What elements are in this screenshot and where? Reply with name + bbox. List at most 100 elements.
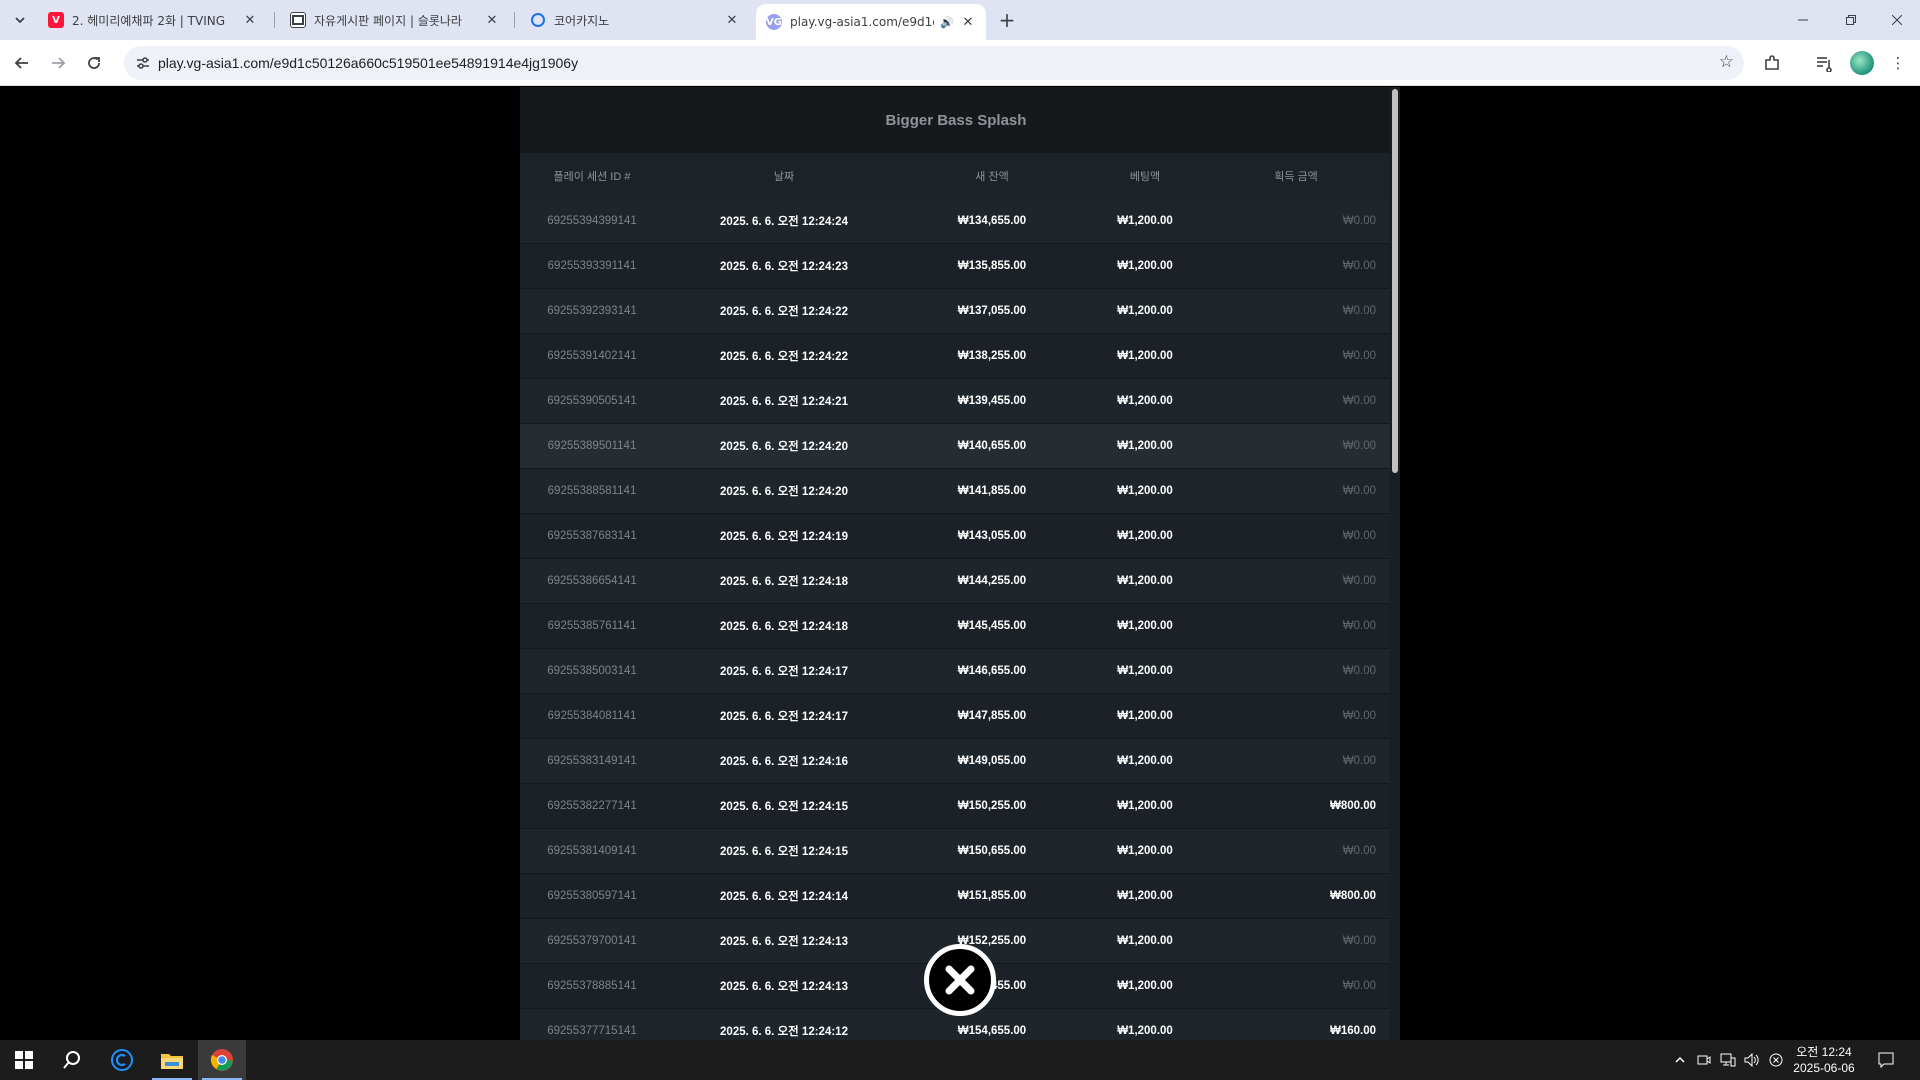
date-cell: 2025. 6. 6. 오전 12:24:18	[720, 621, 848, 633]
bet-cell: ₩1,200.00	[1117, 1025, 1173, 1037]
start-button[interactable]	[0, 1040, 48, 1080]
close-tab-icon[interactable]: ✕	[484, 12, 500, 28]
win-cell: ₩0.00	[1342, 305, 1376, 317]
bet-cell: ₩1,200.00	[1117, 260, 1173, 272]
tab-core-casino[interactable]: 코어카지노 ✕	[520, 4, 750, 36]
status-x-icon[interactable]	[1766, 1050, 1786, 1070]
media-control-icon[interactable]	[1812, 51, 1836, 75]
file-explorer-icon	[161, 1054, 183, 1069]
page-scrollbar[interactable]	[1390, 87, 1400, 1040]
show-hidden-icons-chevron-icon[interactable]	[1670, 1050, 1690, 1070]
table-row[interactable]: 69255387683141 2025. 6. 6. 오전 12:24:19 ₩14…	[520, 514, 1392, 559]
taskbar-file-explorer[interactable]	[148, 1040, 196, 1080]
bookmark-star-icon[interactable]: ☆	[1719, 52, 1734, 72]
table-row[interactable]: 69255383149141 2025. 6. 6. 오전 12:24:16 ₩14…	[520, 739, 1392, 784]
speaker-icon[interactable]: 🔊	[940, 16, 954, 29]
date-cell: 2025. 6. 6. 오전 12:24:21	[720, 396, 848, 408]
session-id-cell: 69255387683141	[547, 530, 637, 542]
session-id-cell: 69255379700141	[547, 935, 637, 947]
session-id-cell: 69255392393141	[547, 305, 637, 317]
forward-button[interactable]	[44, 49, 72, 77]
new-tab-button[interactable]: +	[995, 8, 1019, 32]
table-row[interactable]: 69255380597141 2025. 6. 6. 오전 12:24:14 ₩15…	[520, 874, 1392, 919]
table-row[interactable]: 69255382277141 2025. 6. 6. 오전 12:24:15 ₩15…	[520, 784, 1392, 829]
bet-cell: ₩1,200.00	[1117, 485, 1173, 497]
win-cell: ₩0.00	[1342, 755, 1376, 767]
url-text[interactable]: play.vg-asia1.com/e9d1c50126a660c519501e…	[158, 55, 578, 71]
address-bar[interactable]: play.vg-asia1.com/e9d1c50126a660c519501e…	[124, 46, 1744, 80]
table-row[interactable]: 69255390505141 2025. 6. 6. 오전 12:24:21 ₩13…	[520, 379, 1392, 424]
table-row[interactable]: 69255394399141 2025. 6. 6. 오전 12:24:24 ₩13…	[520, 199, 1392, 244]
volume-icon[interactable]	[1742, 1050, 1762, 1070]
menu-kebab-icon[interactable]: ⋮	[1886, 51, 1910, 75]
bet-cell: ₩1,200.00	[1117, 755, 1173, 767]
date-cell: 2025. 6. 6. 오전 12:24:19	[720, 531, 848, 543]
col-bet: 베팅액	[1129, 171, 1161, 183]
minimize-button[interactable]	[1780, 0, 1826, 40]
close-tab-icon[interactable]: ✕	[960, 14, 976, 30]
bet-cell: ₩1,200.00	[1117, 215, 1173, 227]
close-history-button[interactable]	[924, 944, 996, 1016]
table-row[interactable]: 69255389501141 2025. 6. 6. 오전 12:24:20 ₩14…	[520, 424, 1392, 469]
balance-cell: ₩144,255.00	[957, 575, 1027, 587]
col-date: 날짜	[773, 171, 795, 183]
balance-cell: ₩146,655.00	[957, 665, 1027, 677]
reload-icon	[88, 57, 100, 69]
network-icon[interactable]	[1718, 1050, 1738, 1070]
win-cell: ₩0.00	[1342, 530, 1376, 542]
win-cell: ₩160.00	[1329, 1025, 1376, 1037]
close-window-button[interactable]	[1874, 0, 1920, 40]
win-cell: ₩0.00	[1342, 980, 1376, 992]
table-row[interactable]: 69255392393141 2025. 6. 6. 오전 12:24:22 ₩13…	[520, 289, 1392, 334]
bet-cell: ₩1,200.00	[1117, 530, 1173, 542]
table-row[interactable]: 69255381409141 2025. 6. 6. 오전 12:24:15 ₩15…	[520, 829, 1392, 874]
taskbar-clock[interactable]: 오전 12:24 2025-06-06	[1784, 1044, 1864, 1076]
table-row[interactable]: 69255393391141 2025. 6. 6. 오전 12:24:23 ₩13…	[520, 244, 1392, 289]
win-cell: ₩0.00	[1342, 710, 1376, 722]
date-cell: 2025. 6. 6. 오전 12:24:23	[720, 261, 848, 273]
site-info-icon[interactable]	[134, 54, 152, 72]
table-row[interactable]: 69255385003141 2025. 6. 6. 오전 12:24:17 ₩14…	[520, 649, 1392, 694]
scrollbar-thumb[interactable]	[1392, 89, 1398, 473]
reload-button[interactable]	[80, 49, 108, 77]
vg-icon: VG	[766, 14, 782, 30]
back-button[interactable]	[8, 49, 36, 77]
restore-button[interactable]	[1828, 0, 1874, 40]
taskbar-cortana[interactable]	[98, 1040, 146, 1080]
taskbar-search-button[interactable]	[48, 1040, 96, 1080]
session-id-cell: 69255383149141	[547, 755, 637, 767]
win-cell: ₩0.00	[1342, 395, 1376, 407]
profile-avatar[interactable]	[1850, 51, 1874, 75]
taskbar-chrome[interactable]	[198, 1040, 246, 1080]
close-icon	[1892, 15, 1902, 25]
win-cell: ₩0.00	[1342, 485, 1376, 497]
tab-search-button[interactable]	[8, 8, 32, 32]
windows-start-icon	[15, 1051, 33, 1069]
table-row[interactable]: 69255388581141 2025. 6. 6. 오전 12:24:20 ₩14…	[520, 469, 1392, 514]
notification-center-icon[interactable]	[1876, 1050, 1896, 1070]
tab-separator	[274, 12, 275, 28]
tab-strip: V 2. 헤미리예채파 2화 | TVING ✕ 자유게시판 페이지 | 슬롯나…	[0, 0, 1920, 40]
tab-tving[interactable]: V 2. 헤미리예채파 2화 | TVING ✕	[38, 4, 268, 36]
close-tab-icon[interactable]: ✕	[242, 12, 258, 28]
extensions-icon[interactable]	[1760, 51, 1784, 75]
tab-slotnara[interactable]: 자유게시판 페이지 | 슬롯나라 ✕	[280, 4, 510, 36]
balance-cell: ₩149,055.00	[957, 755, 1027, 767]
tab-vg-asia[interactable]: VG play.vg-asia1.com/e9d1c50 🔊 ✕	[756, 4, 986, 40]
close-tab-icon[interactable]: ✕	[724, 12, 740, 28]
bet-cell: ₩1,200.00	[1117, 305, 1173, 317]
col-session-id: 플레이 세션 ID #	[553, 171, 631, 183]
table-row[interactable]: 69255385761141 2025. 6. 6. 오전 12:24:18 ₩14…	[520, 604, 1392, 649]
date-cell: 2025. 6. 6. 오전 12:24:20	[720, 441, 848, 453]
date-cell: 2025. 6. 6. 오전 12:24:17	[720, 666, 848, 678]
date-cell: 2025. 6. 6. 오전 12:24:16	[720, 756, 848, 768]
balance-cell: ₩140,655.00	[957, 440, 1027, 452]
table-row[interactable]: 69255384081141 2025. 6. 6. 오전 12:24:17 ₩14…	[520, 694, 1392, 739]
browser-toolbar: play.vg-asia1.com/e9d1c50126a660c519501e…	[0, 40, 1920, 86]
table-row[interactable]: 69255386654141 2025. 6. 6. 오전 12:24:18 ₩14…	[520, 559, 1392, 604]
search-icon	[63, 1051, 80, 1069]
bet-cell: ₩1,200.00	[1117, 665, 1173, 677]
meet-now-icon[interactable]	[1694, 1050, 1714, 1070]
balance-cell: ₩134,655.00	[957, 215, 1027, 227]
table-row[interactable]: 69255391402141 2025. 6. 6. 오전 12:24:22 ₩13…	[520, 334, 1392, 379]
